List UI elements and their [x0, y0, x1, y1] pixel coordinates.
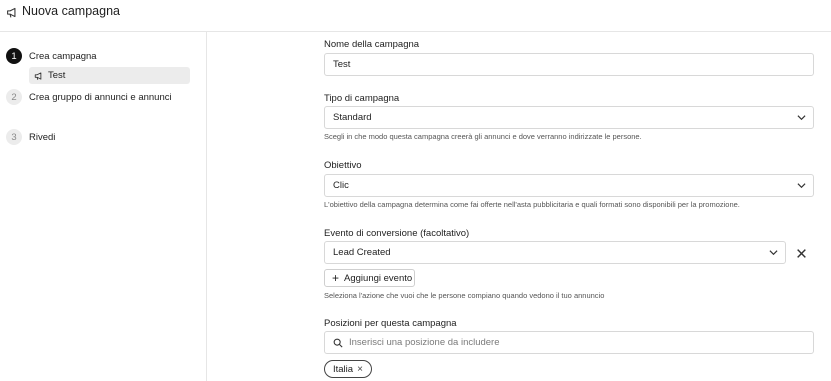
positions-search-input[interactable] [349, 337, 789, 348]
chevron-down-icon [797, 115, 806, 121]
conversion-event-label: Evento di conversione (facoltativo) [324, 228, 470, 239]
campaign-name-label: Nome della campagna [324, 39, 420, 50]
position-chip-italia[interactable]: Italia × [324, 360, 372, 378]
step-rivedi[interactable]: 3 Rivedi [6, 129, 55, 145]
campaign-name-input[interactable]: Test [324, 53, 814, 76]
objective-hint: L'obiettivo della campagna determina com… [324, 200, 740, 209]
chevron-down-icon [769, 250, 778, 256]
campaign-type-select[interactable]: Standard [324, 106, 814, 129]
step-number: 3 [6, 129, 22, 145]
megaphone-icon [7, 7, 16, 18]
objective-label: Obiettivo [324, 160, 362, 171]
close-icon[interactable]: × [357, 364, 363, 375]
sidebar-item-test-campaign[interactable]: Test [29, 67, 190, 84]
add-event-label: Aggiungi evento [344, 272, 413, 284]
campaign-type-hint: Scegli in che modo questa campagna creer… [324, 132, 642, 141]
sidebar-item-label: Test [48, 70, 66, 81]
positions-search-field[interactable] [324, 331, 814, 354]
step-number: 2 [6, 89, 22, 105]
conversion-event-select[interactable]: Lead Created [324, 241, 786, 264]
campaign-name-value: Test [333, 59, 351, 70]
campaign-type-value: Standard [333, 112, 372, 123]
sidebar-steps: 1 Crea campagna Test 2 Crea gruppo di an… [0, 32, 207, 381]
step-crea-campagna[interactable]: 1 Crea campagna [6, 48, 97, 64]
chevron-down-icon [797, 183, 806, 189]
remove-conversion-event-icon[interactable] [796, 248, 807, 259]
page-title: Nuova campagna [22, 4, 120, 18]
positions-label: Posizioni per questa campagna [324, 318, 457, 329]
objective-select[interactable]: Clic [324, 174, 814, 197]
conversion-event-hint: Seleziona l'azione che vuoi che le perso… [324, 291, 605, 300]
step-label: Crea gruppo di annunci e annunci [29, 91, 172, 103]
megaphone-icon [34, 71, 42, 80]
plus-icon: + [332, 271, 340, 285]
step-number: 1 [6, 48, 22, 64]
conversion-event-value: Lead Created [333, 247, 391, 258]
campaign-type-label: Tipo di campagna [324, 93, 400, 104]
top-bar: Nuova campagna [0, 0, 831, 32]
search-icon [333, 338, 343, 348]
chip-label: Italia [333, 363, 354, 375]
step-label: Rivedi [29, 131, 56, 143]
step-label: Crea campagna [29, 50, 97, 62]
add-event-button[interactable]: + Aggiungi evento [324, 269, 415, 287]
step-crea-gruppo-annunci[interactable]: 2 Crea gruppo di annunci e annunci [6, 89, 172, 105]
objective-value: Clic [333, 180, 349, 191]
